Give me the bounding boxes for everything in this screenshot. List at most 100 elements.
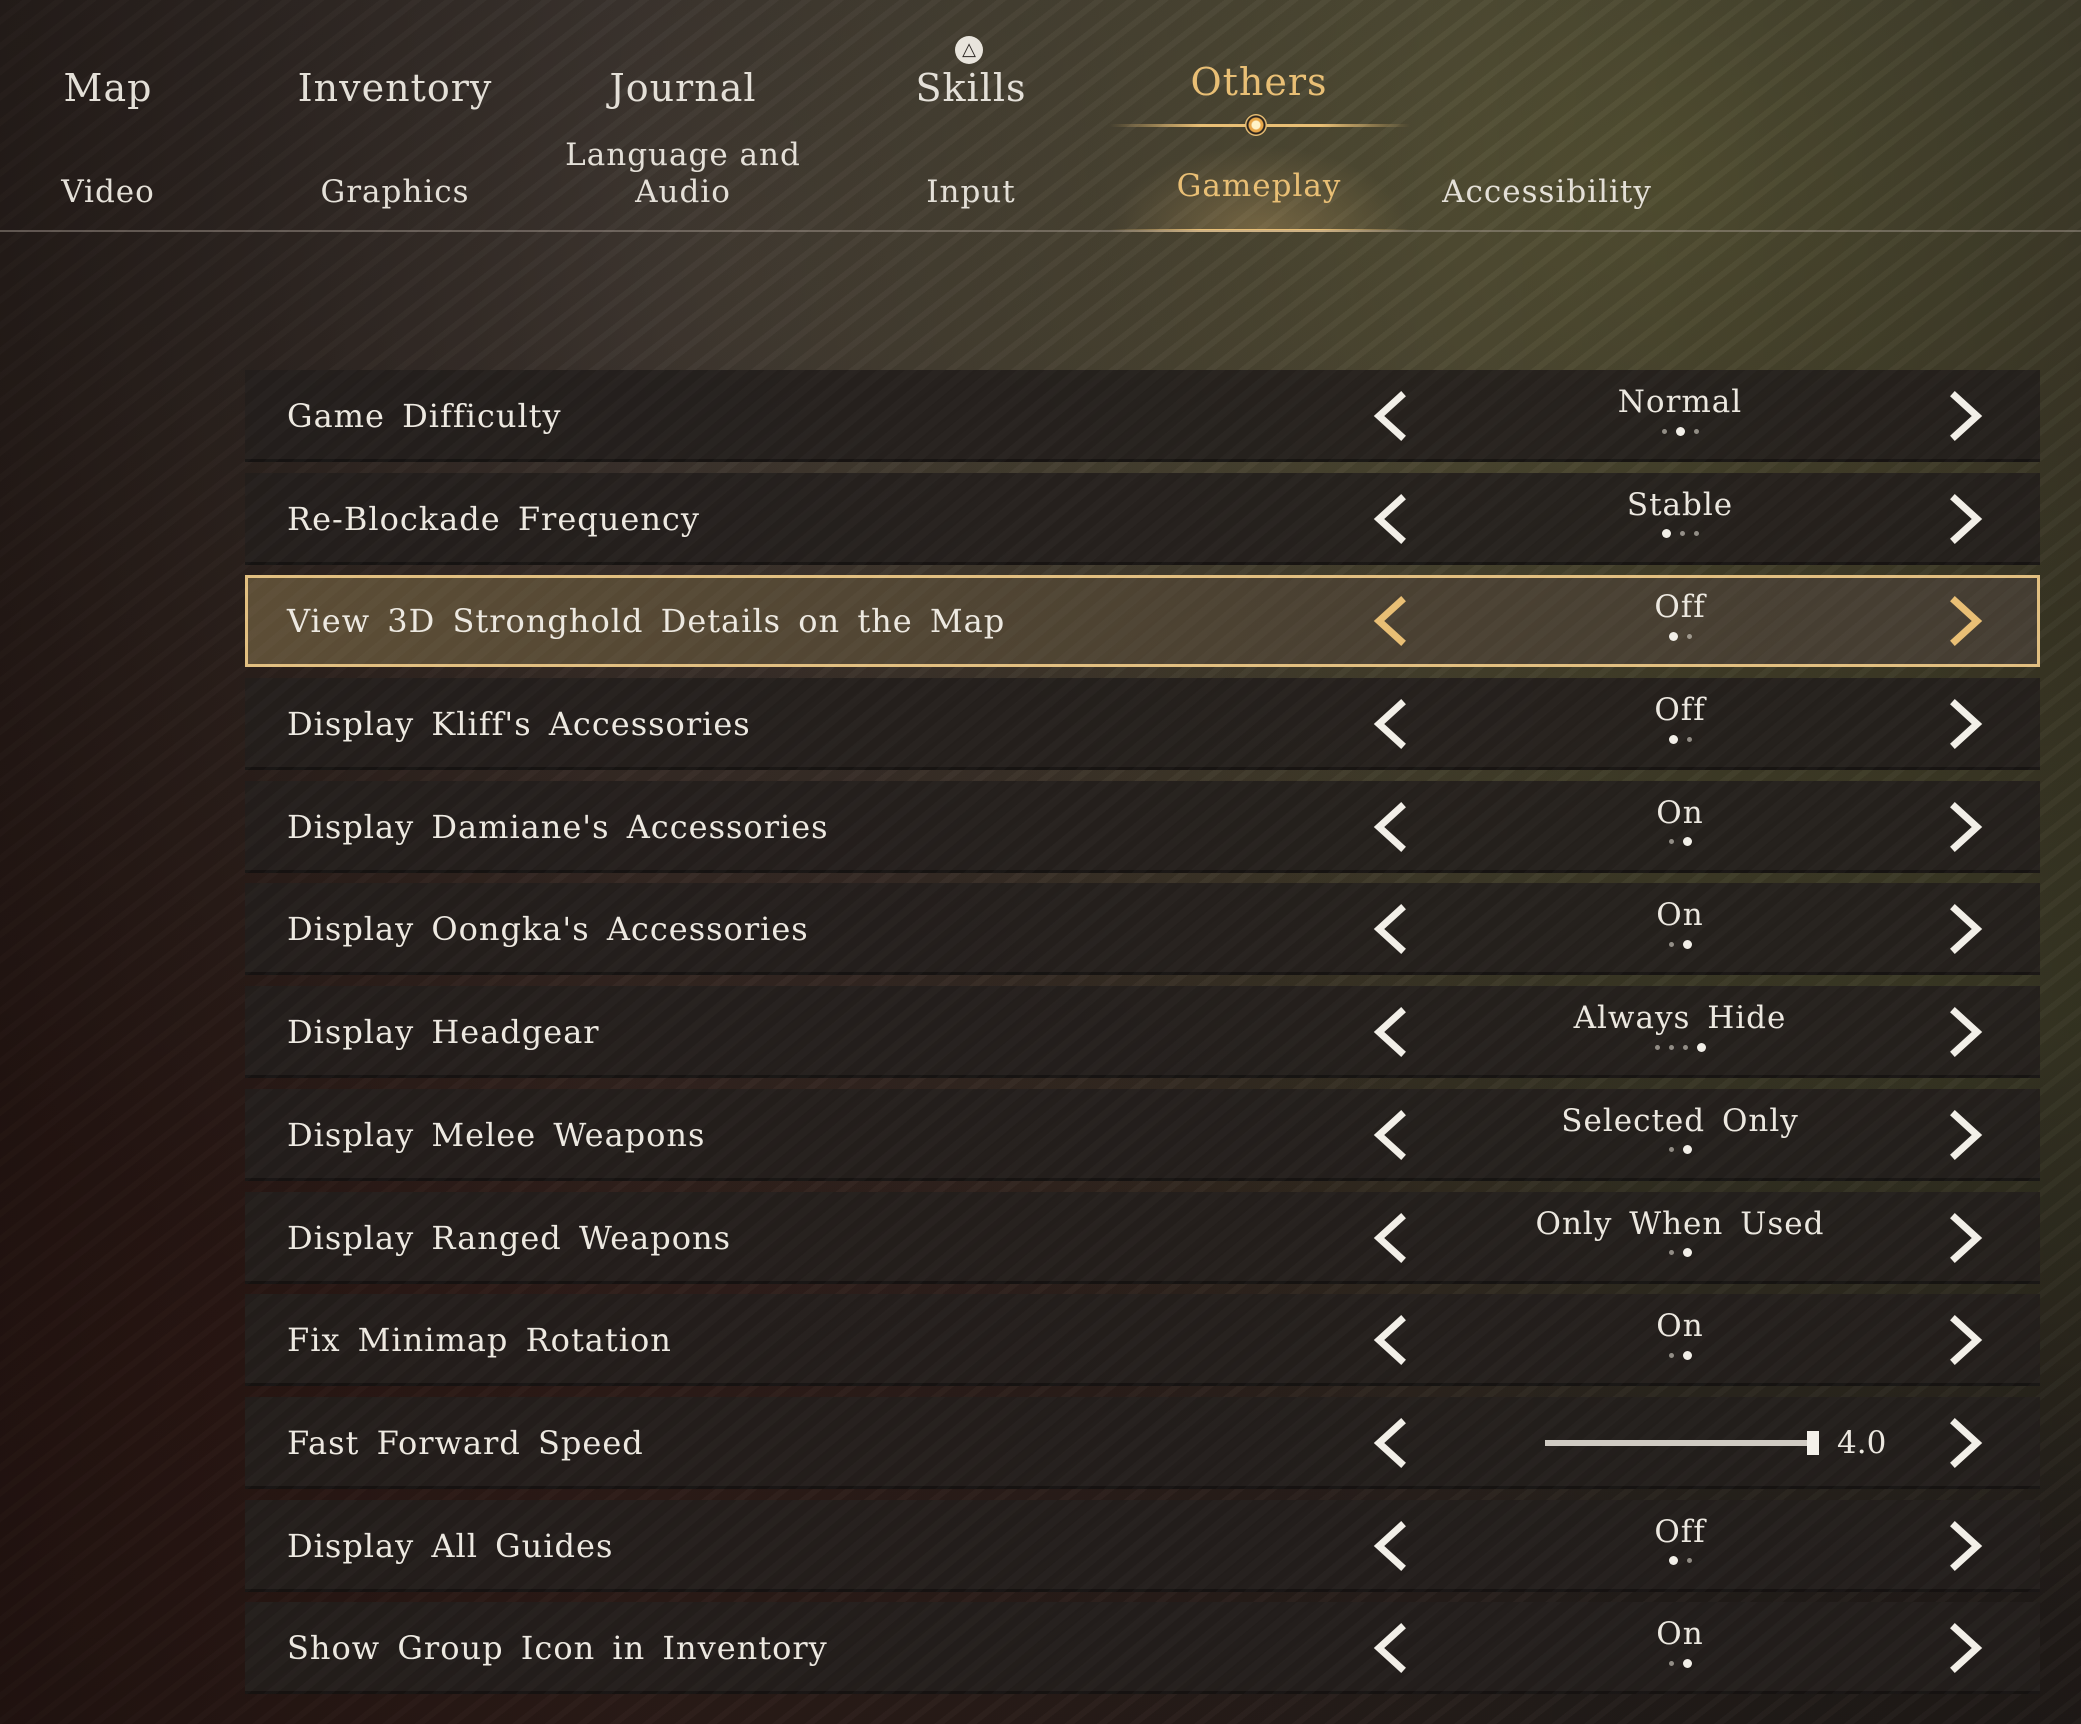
setting-value-text: Off xyxy=(1654,692,1706,729)
chevron-right-icon[interactable] xyxy=(1935,1620,1991,1676)
subtab-graphics[interactable]: Graphics xyxy=(251,174,539,211)
setting-label: View 3D Stronghold Details on the Map xyxy=(287,602,1006,641)
option-dot xyxy=(1668,1044,1674,1050)
chevron-left-icon[interactable] xyxy=(1365,901,1421,957)
chevron-left-icon[interactable] xyxy=(1365,1210,1421,1266)
option-dot xyxy=(1668,1250,1674,1255)
setting-row[interactable]: Display Kliff's Accessories Off xyxy=(245,678,2040,771)
chevron-left-icon[interactable] xyxy=(1365,799,1421,855)
setting-row[interactable]: Re-Blockade Frequency Stable xyxy=(245,472,2040,565)
tab-skills[interactable]: Skills xyxy=(827,66,1115,110)
skills-badge-icon: △ xyxy=(955,36,983,64)
setting-value: Off xyxy=(1430,1510,1930,1568)
setting-value-text: Always Hide xyxy=(1573,1000,1787,1037)
setting-value: Off xyxy=(1430,688,1930,746)
chevron-right-icon[interactable] xyxy=(1935,1210,1991,1266)
setting-value-text: Off xyxy=(1654,589,1706,626)
option-dot xyxy=(1675,426,1685,436)
setting-row[interactable]: Display Headgear Always Hide xyxy=(245,986,2040,1079)
setting-value: On xyxy=(1430,893,1930,951)
setting-value-text: On xyxy=(1656,1308,1704,1345)
option-dot xyxy=(1668,1556,1678,1566)
chevron-left-icon[interactable] xyxy=(1365,696,1421,752)
chevron-left-icon[interactable] xyxy=(1365,1620,1421,1676)
subtab-accessibility[interactable]: Accessibility xyxy=(1403,174,1691,211)
subtab-language-and-audio-line1: Language and xyxy=(565,137,801,173)
setting-label: Display Damiane's Accessories xyxy=(287,807,829,846)
setting-label: Show Group Icon in Inventory xyxy=(287,1629,828,1668)
setting-label: Game Difficulty xyxy=(287,397,562,435)
tab-map[interactable]: Map xyxy=(0,66,252,110)
chevron-left-icon[interactable] xyxy=(1365,1107,1421,1163)
slider-track[interactable] xyxy=(1545,1439,1815,1446)
chevron-right-icon[interactable] xyxy=(1935,1004,1991,1060)
setting-value: On xyxy=(1430,1612,1930,1670)
setting-value: Off xyxy=(1430,585,1930,643)
chevron-right-icon[interactable] xyxy=(1935,593,1991,649)
setting-row[interactable]: Display Ranged Weapons Only When Used xyxy=(245,1191,2040,1284)
setting-value-text: Stable xyxy=(1626,486,1734,523)
chevron-right-icon[interactable] xyxy=(1935,696,1991,752)
chevron-right-icon[interactable] xyxy=(1935,1518,1991,1574)
option-dot xyxy=(1668,734,1678,744)
subtab-input[interactable]: Input xyxy=(827,174,1115,211)
chevron-right-icon[interactable] xyxy=(1935,799,1991,855)
chevron-right-icon[interactable] xyxy=(1935,1415,1991,1471)
setting-row[interactable]: Show Group Icon in Inventory On xyxy=(245,1602,2040,1695)
setting-row[interactable]: Display Melee Weapons Selected Only xyxy=(245,1088,2040,1181)
setting-row[interactable]: Fast Forward Speed 4.0 xyxy=(245,1396,2040,1489)
setting-row[interactable]: Display Damiane's Accessories On xyxy=(245,780,2040,873)
fast-forward-slider[interactable] xyxy=(1545,1430,1819,1455)
option-dot xyxy=(1661,529,1671,539)
tab-journal[interactable]: Journal xyxy=(539,66,827,110)
option-dot xyxy=(1686,736,1692,742)
setting-row[interactable]: Display All Guides Off xyxy=(245,1499,2040,1592)
option-indicator xyxy=(1430,527,1930,541)
chevron-right-icon[interactable] xyxy=(1935,901,1991,957)
chevron-left-icon[interactable] xyxy=(1365,491,1421,547)
subtab-language-and-audio[interactable]: Language and Audio xyxy=(539,137,827,211)
slider-handle[interactable] xyxy=(1807,1430,1819,1455)
setting-label: Display Headgear xyxy=(287,1013,600,1052)
option-dot xyxy=(1693,531,1699,537)
setting-row[interactable]: View 3D Stronghold Details on the Map Off xyxy=(245,575,2040,668)
subtab-gameplay[interactable]: Gameplay xyxy=(1115,168,1403,205)
option-dot xyxy=(1693,428,1699,434)
setting-value-text: Off xyxy=(1654,1513,1706,1550)
setting-label: Display Kliff's Accessories xyxy=(287,705,751,744)
setting-value: Stable xyxy=(1430,483,1930,541)
option-indicator xyxy=(1430,1348,1930,1362)
setting-label: Display Melee Weapons xyxy=(287,1115,706,1154)
setting-value: On xyxy=(1430,1304,1930,1362)
chevron-right-icon[interactable] xyxy=(1935,1107,1991,1163)
tab-inventory[interactable]: Inventory xyxy=(251,66,539,110)
chevron-right-icon[interactable] xyxy=(1935,491,1991,547)
chevron-left-icon[interactable] xyxy=(1365,1004,1421,1060)
chevron-left-icon[interactable] xyxy=(1365,1415,1421,1471)
setting-label: Display Oongka's Accessories xyxy=(287,910,809,949)
chevron-right-icon[interactable] xyxy=(1935,1312,1991,1368)
setting-value-text: Only When Used xyxy=(1535,1205,1825,1242)
option-indicator xyxy=(1430,629,1930,643)
option-indicator xyxy=(1430,1246,1930,1260)
setting-row[interactable]: Display Oongka's Accessories On xyxy=(245,883,2040,976)
setting-row[interactable]: Game Difficulty Normal xyxy=(245,370,2040,462)
chevron-left-icon[interactable] xyxy=(1365,1312,1421,1368)
setting-row[interactable]: Fix Minimap Rotation On xyxy=(245,1294,2040,1387)
chevron-right-icon[interactable] xyxy=(1935,388,1991,444)
option-dot xyxy=(1682,1145,1692,1155)
subtab-video[interactable]: Video xyxy=(0,174,252,211)
setting-value: Always Hide xyxy=(1430,996,1930,1054)
subtab-language-and-audio-line2: Audio xyxy=(635,174,731,210)
chevron-left-icon[interactable] xyxy=(1365,593,1421,649)
option-dot xyxy=(1668,839,1674,845)
top-tab-bar: Map Inventory Journal △ Skills Others xyxy=(0,0,2081,136)
tab-others[interactable]: Others xyxy=(1115,60,1403,104)
chevron-left-icon[interactable] xyxy=(1365,1518,1421,1574)
setting-value: Selected Only xyxy=(1430,1099,1930,1157)
chevron-left-icon[interactable] xyxy=(1365,388,1421,444)
option-dot xyxy=(1661,428,1667,434)
option-dot xyxy=(1682,1044,1688,1050)
slider-value: 4.0 xyxy=(1837,1424,1887,1461)
option-dot xyxy=(1668,1660,1674,1666)
